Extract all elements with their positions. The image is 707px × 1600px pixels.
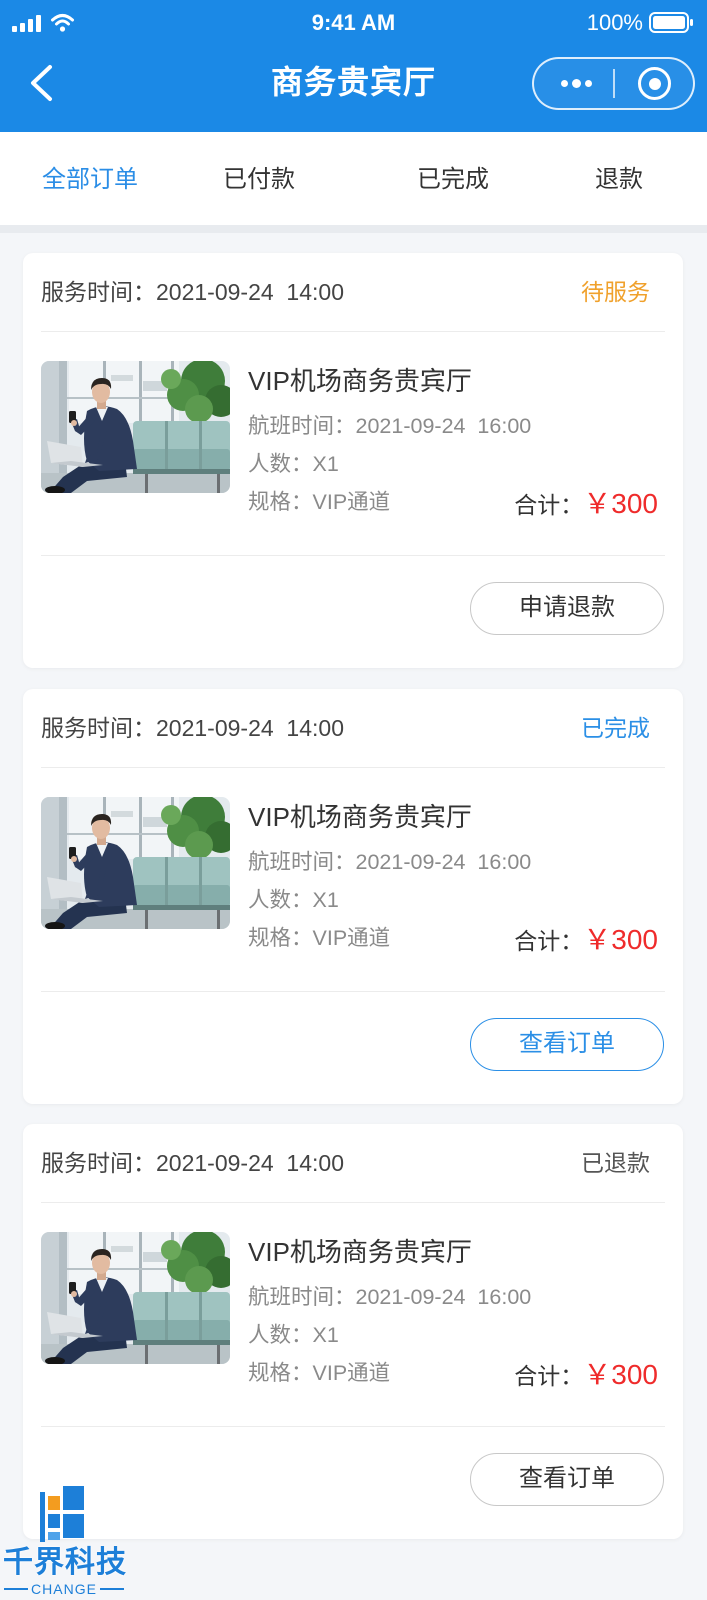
view-order-button[interactable]: 查看订单 — [470, 1453, 664, 1506]
status-badge: 已退款 — [581, 1150, 650, 1176]
divider — [41, 331, 665, 332]
divider — [41, 991, 665, 992]
flight-time: 航班时间：2021-09-24 16:00 — [248, 850, 532, 874]
product-title: VIP机场商务贵宾厅 — [248, 802, 472, 832]
product-title: VIP机场商务贵宾厅 — [248, 1237, 472, 1267]
total-price: ￥300 — [583, 1359, 658, 1390]
order-card[interactable]: 服务时间：2021-09-24 14:00 已完成 VIP机场商务贵宾厅 航班时… — [23, 689, 683, 1104]
spec: 规格：VIP通道 — [248, 490, 391, 514]
status-badge: 已完成 — [581, 715, 650, 741]
divider — [41, 767, 665, 768]
battery-icon — [649, 12, 694, 33]
service-time: 服务时间：2021-09-24 14:00 — [41, 715, 344, 741]
total-price: ￥300 — [583, 488, 658, 519]
order-total: 合计： ￥300 — [514, 485, 658, 523]
total-label: 合计： — [514, 928, 584, 954]
more-button[interactable] — [546, 67, 606, 100]
mini-program-capsule — [532, 57, 695, 110]
capsule-divider — [613, 69, 615, 98]
tab-completed[interactable]: 已完成 — [373, 166, 533, 194]
people-count: 人数：X1 — [248, 888, 339, 912]
target-circle-icon-dot — [648, 77, 661, 90]
divider — [41, 1202, 665, 1203]
status-badge: 待服务 — [581, 279, 650, 305]
spec: 规格：VIP通道 — [248, 926, 391, 950]
view-order-button[interactable]: 查看订单 — [470, 1018, 664, 1071]
service-time: 服务时间：2021-09-24 14:00 — [41, 279, 344, 305]
order-total: 合计： ￥300 — [514, 1356, 658, 1394]
tab-paid[interactable]: 已付款 — [179, 166, 339, 194]
total-price: ￥300 — [583, 924, 658, 955]
lounge-photo-graphic — [41, 1232, 230, 1364]
order-total: 合计： ￥300 — [514, 921, 658, 959]
brand-name: 千界科技 — [3, 1546, 127, 1579]
brand-logo-graphic — [40, 1486, 84, 1542]
battery-icon-graphic — [649, 12, 693, 33]
product-title: VIP机场商务贵宾厅 — [248, 366, 472, 396]
service-time: 服务时间：2021-09-24 14:00 — [41, 1150, 344, 1176]
more-dots-icon-right — [584, 80, 592, 87]
target-circle-icon — [638, 67, 671, 100]
more-dots-icon-center — [571, 79, 581, 88]
page-title: 商务贵宾厅 — [270, 64, 436, 100]
back-button[interactable] — [24, 62, 58, 104]
flight-time: 航班时间：2021-09-24 16:00 — [248, 1285, 532, 1309]
lounge-photo — [41, 797, 230, 929]
order-tabs: 全部订单 已付款 已完成 退款 — [0, 132, 707, 225]
app-header: 9:41 AM 100% 商务贵宾厅 — [0, 0, 707, 132]
lounge-photo — [41, 1232, 230, 1364]
lounge-photo — [41, 361, 230, 493]
battery-percent: 100% — [586, 10, 643, 35]
status-bar: 9:41 AM 100% — [0, 0, 707, 44]
brand-line-left — [4, 1588, 29, 1590]
close-button[interactable] — [632, 66, 677, 101]
spec: 规格：VIP通道 — [248, 1361, 391, 1385]
divider — [41, 1426, 665, 1427]
brand-subtitle: CHANGE — [4, 1581, 124, 1597]
request-refund-button[interactable]: 申请退款 — [470, 582, 664, 635]
brand-subtitle-text: CHANGE — [31, 1581, 97, 1597]
tab-all-orders[interactable]: 全部订单 — [10, 166, 170, 194]
people-count: 人数：X1 — [248, 452, 339, 476]
total-label: 合计： — [514, 1363, 584, 1389]
brand-line-right — [99, 1588, 124, 1590]
tab-refund[interactable]: 退款 — [539, 166, 699, 194]
people-count: 人数：X1 — [248, 1323, 339, 1347]
total-label: 合计： — [514, 492, 584, 518]
tabs-divider — [0, 225, 707, 233]
lounge-photo-graphic — [41, 361, 230, 493]
divider — [41, 555, 665, 556]
brand-logo-icon — [40, 1484, 86, 1544]
flight-time: 航班时间：2021-09-24 16:00 — [248, 414, 532, 438]
order-card[interactable]: 服务时间：2021-09-24 14:00 待服务 VIP机场商务贵宾厅 航班时… — [23, 253, 683, 668]
lounge-photo-graphic — [41, 797, 230, 929]
order-card[interactable]: 服务时间：2021-09-24 14:00 已退款 VIP机场商务贵宾厅 航班时… — [23, 1124, 683, 1539]
chevron-left-icon — [31, 65, 52, 101]
more-dots-icon — [560, 80, 568, 87]
